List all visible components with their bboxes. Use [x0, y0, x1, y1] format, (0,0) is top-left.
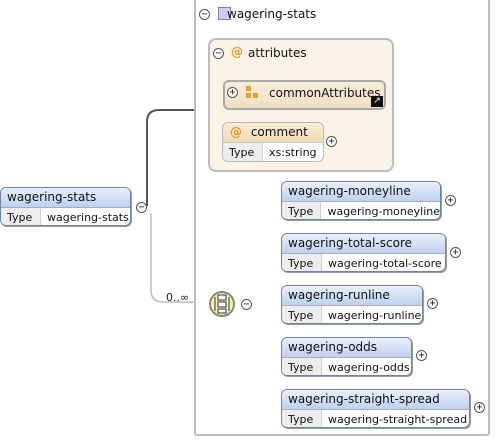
attributes-title: attributes	[248, 46, 307, 60]
common-attributes-expand-toggle[interactable]: +	[227, 87, 238, 98]
child-element[interactable]: wagering-runline Type wagering-runline	[281, 285, 423, 324]
reference-link-icon[interactable]: ↗	[371, 96, 383, 107]
root-element[interactable]: wagering-stats Type wagering-stats	[0, 187, 131, 226]
comment-type-value: xs:string	[269, 146, 317, 159]
child-type-key: Type	[282, 410, 322, 427]
sequence-collapse-toggle[interactable]: −	[241, 299, 252, 310]
attribute-at-icon: @	[231, 45, 243, 59]
child-expand-toggle[interactable]: +	[445, 195, 456, 206]
child-type-key: Type	[282, 306, 322, 323]
child-element-name: wagering-straight-spread	[282, 390, 469, 410]
comment-attribute-name: comment	[250, 125, 308, 139]
root-type-value: wagering-stats	[47, 211, 129, 224]
comment-at-icon: @	[230, 125, 242, 139]
child-type-key: Type	[282, 358, 322, 375]
complex-type-title: wagering-stats	[227, 7, 317, 21]
child-type-value: wagering-odds	[328, 361, 410, 374]
root-type-key: Type	[1, 208, 41, 225]
child-expand-toggle[interactable]: +	[416, 350, 427, 361]
attribute-group-icon	[246, 86, 260, 100]
child-element[interactable]: wagering-straight-spread Type wagering-s…	[281, 389, 470, 428]
child-element-name: wagering-total-score	[282, 234, 445, 254]
child-expand-toggle[interactable]: +	[450, 247, 461, 258]
child-expand-toggle[interactable]: +	[427, 298, 438, 309]
child-element-name: wagering-odds	[282, 338, 411, 358]
root-collapse-toggle[interactable]: −	[136, 202, 147, 213]
comment-type-key: Type	[223, 143, 263, 161]
child-type-value: wagering-total-score	[328, 257, 442, 270]
child-type-key: Type	[282, 202, 322, 219]
root-element-name: wagering-stats	[1, 188, 130, 208]
child-type-value: wagering-straight-spread	[328, 413, 468, 426]
comment-attribute[interactable]: @ comment Type xs:string	[222, 122, 324, 162]
child-element[interactable]: wagering-moneyline Type wagering-moneyli…	[281, 181, 441, 220]
child-element-name: wagering-moneyline	[282, 182, 440, 202]
sequence-cardinality: 0..∞	[166, 291, 190, 304]
sequence-compositor[interactable]	[209, 291, 235, 317]
sequence-icon	[214, 294, 230, 314]
child-expand-toggle[interactable]: +	[474, 402, 485, 413]
child-type-value: wagering-runline	[328, 309, 422, 322]
comment-expand-toggle[interactable]: +	[326, 136, 337, 147]
child-element-name: wagering-runline	[282, 286, 422, 306]
child-element[interactable]: wagering-total-score Type wagering-total…	[281, 233, 446, 272]
common-attributes-label: commonAttributes	[269, 86, 381, 100]
complex-type-collapse-toggle[interactable]: −	[199, 9, 210, 20]
attributes-collapse-toggle[interactable]: −	[213, 48, 224, 59]
comment-attribute-head: @ comment	[223, 123, 323, 143]
child-type-key: Type	[282, 254, 322, 271]
child-element[interactable]: wagering-odds Type wagering-odds	[281, 337, 412, 376]
child-type-value: wagering-moneyline	[327, 205, 440, 218]
